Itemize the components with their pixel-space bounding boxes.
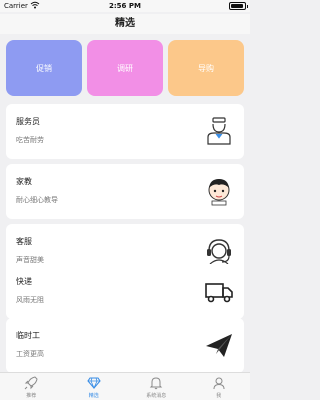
clock: 2:56 PM (109, 2, 141, 10)
tab-label: 系统消息 (146, 393, 167, 399)
status-bar: Carrier 2:56 PM (0, 0, 250, 12)
tab-label: 精选 (88, 393, 99, 399)
job-subtitle: 风雨无阻 (16, 296, 44, 304)
job-card-temp-worker[interactable]: 临时工 工资更高 (6, 318, 244, 373)
paper-plane-icon (206, 334, 232, 357)
tab-me[interactable]: 我 (188, 373, 251, 400)
battery-icon (229, 2, 248, 10)
category-survey-button[interactable]: 调研 (87, 40, 163, 96)
job-title: 家教 (16, 177, 32, 186)
bell-icon (149, 377, 163, 390)
user-icon (213, 377, 224, 390)
diamond-icon (86, 377, 101, 390)
job-card-tutor[interactable]: 家教 耐心细心教导 (6, 164, 244, 219)
rocket-icon (24, 376, 38, 390)
job-card-courier[interactable]: 快递 风雨无阻 (6, 264, 244, 319)
tab-bar: 推荐 精选 系统消息 我 (0, 372, 250, 400)
job-subtitle: 吃苦耐劳 (16, 136, 44, 144)
tab-label: 我 (216, 393, 222, 399)
truck-icon (205, 283, 233, 303)
category-label: 促销 (36, 63, 52, 73)
tab-system-messages[interactable]: 系统消息 (125, 373, 188, 400)
job-title: 快递 (16, 277, 32, 286)
tutor-icon (208, 179, 230, 206)
job-subtitle: 耐心细心教导 (16, 196, 58, 204)
job-title: 服务员 (16, 117, 40, 126)
waiter-icon (207, 117, 231, 145)
headset-icon (207, 239, 231, 265)
category-promotion-button[interactable]: 促销 (6, 40, 82, 96)
tab-featured[interactable]: 精选 (63, 373, 126, 400)
category-row: 促销 调研 导购 (6, 40, 244, 96)
category-shopping-guide-button[interactable]: 导购 (168, 40, 244, 96)
tab-label: 推荐 (26, 393, 37, 399)
tab-recommend[interactable]: 推荐 (0, 373, 63, 400)
job-title: 临时工 (16, 331, 40, 340)
job-subtitle: 工资更高 (16, 350, 44, 358)
category-label: 调研 (117, 63, 133, 73)
category-label: 导购 (198, 63, 214, 73)
page-title: 精选 (0, 14, 250, 34)
job-title: 客服 (16, 237, 32, 246)
job-card-waiter[interactable]: 服务员 吃苦耐劳 (6, 104, 244, 159)
